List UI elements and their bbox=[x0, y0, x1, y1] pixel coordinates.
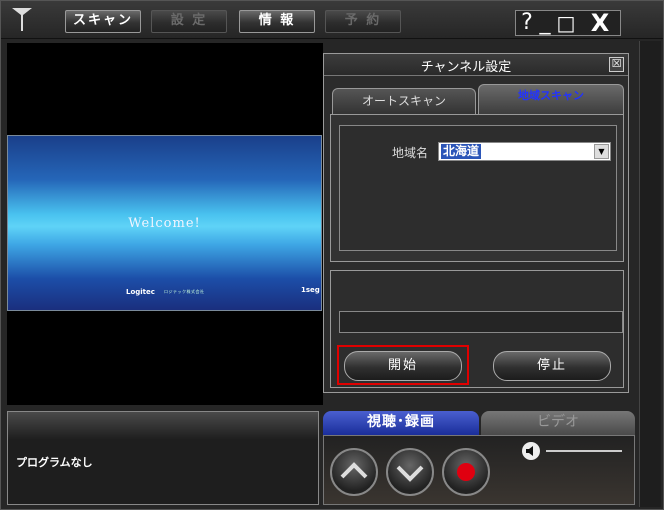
welcome-text: Welcome! bbox=[128, 216, 201, 231]
volume-slider[interactable] bbox=[546, 450, 622, 452]
region-box: 地域名 北海道 ▼ bbox=[339, 125, 617, 251]
window-controls: ? _ □ X bbox=[515, 10, 621, 36]
record-button[interactable] bbox=[442, 448, 490, 496]
oneseg-mark: 1seg bbox=[301, 286, 320, 294]
tab-auto-scan[interactable]: オートスキャン bbox=[332, 88, 476, 114]
toolbar: スキャン 設 定 情 報 予 約 ? _ □ X bbox=[1, 1, 663, 39]
antenna-icon bbox=[12, 8, 32, 31]
scan-tabs: オートスキャン 地域スキャン bbox=[330, 84, 626, 116]
video-area: Welcome! Logitec ロジテック株式会社 1seg bbox=[7, 43, 323, 405]
stop-button[interactable]: 停止 bbox=[493, 351, 611, 381]
program-info-panel: プログラムなし bbox=[7, 411, 319, 505]
region-selected-value: 北海道 bbox=[441, 144, 482, 159]
region-scan-panel: 地域名 北海道 ▼ bbox=[330, 114, 624, 262]
maximize-button[interactable]: □ bbox=[554, 11, 578, 37]
control-area: 視聴･録画 ビデオ bbox=[323, 411, 635, 505]
start-button[interactable]: 開始 bbox=[344, 351, 462, 381]
program-text: プログラムなし bbox=[16, 456, 93, 469]
reserve-button[interactable]: 予 約 bbox=[325, 10, 401, 33]
scrollbar[interactable] bbox=[639, 41, 661, 507]
chevron-up-icon bbox=[340, 462, 368, 479]
tab-watch-record[interactable]: 視聴･録画 bbox=[323, 411, 479, 435]
tv-viewer-window: スキャン 設 定 情 報 予 約 ? _ □ X Welcome! Logite… bbox=[0, 0, 664, 510]
brand-logo: Logitec bbox=[126, 288, 155, 296]
playback-controls bbox=[323, 435, 635, 505]
channel-down-button[interactable] bbox=[386, 448, 434, 496]
channel-up-button[interactable] bbox=[330, 448, 378, 496]
scan-button[interactable]: スキャン bbox=[65, 10, 141, 33]
region-select[interactable]: 北海道 ▼ bbox=[438, 142, 611, 161]
help-button[interactable]: ? bbox=[518, 11, 536, 37]
settings-button[interactable]: 設 定 bbox=[151, 10, 227, 33]
dropdown-arrow-icon[interactable]: ▼ bbox=[594, 144, 609, 159]
welcome-screen: Welcome! Logitec ロジテック株式会社 1seg bbox=[7, 135, 322, 311]
dialog-title: チャンネル設定 bbox=[420, 60, 512, 75]
scan-progress-bar bbox=[339, 311, 623, 333]
brand-subtitle: ロジテック株式会社 bbox=[164, 289, 205, 294]
speaker-icon[interactable] bbox=[522, 442, 540, 460]
record-icon bbox=[457, 463, 475, 481]
scan-status-panel: 開始 停止 bbox=[330, 270, 624, 388]
close-button[interactable]: X bbox=[582, 11, 618, 37]
tab-region-scan[interactable]: 地域スキャン bbox=[478, 84, 624, 116]
minimize-button[interactable]: _ bbox=[536, 11, 554, 37]
dialog-title-bar: チャンネル設定 ☒ bbox=[324, 54, 628, 76]
dialog-close-icon[interactable]: ☒ bbox=[609, 57, 624, 72]
region-label: 地域名 bbox=[392, 146, 429, 160]
info-button[interactable]: 情 報 bbox=[239, 10, 315, 33]
chevron-down-icon bbox=[396, 465, 424, 482]
tab-video[interactable]: ビデオ bbox=[481, 411, 635, 435]
channel-settings-dialog: チャンネル設定 ☒ オートスキャン 地域スキャン 地域名 北海道 ▼ 開始 停止 bbox=[323, 53, 629, 393]
